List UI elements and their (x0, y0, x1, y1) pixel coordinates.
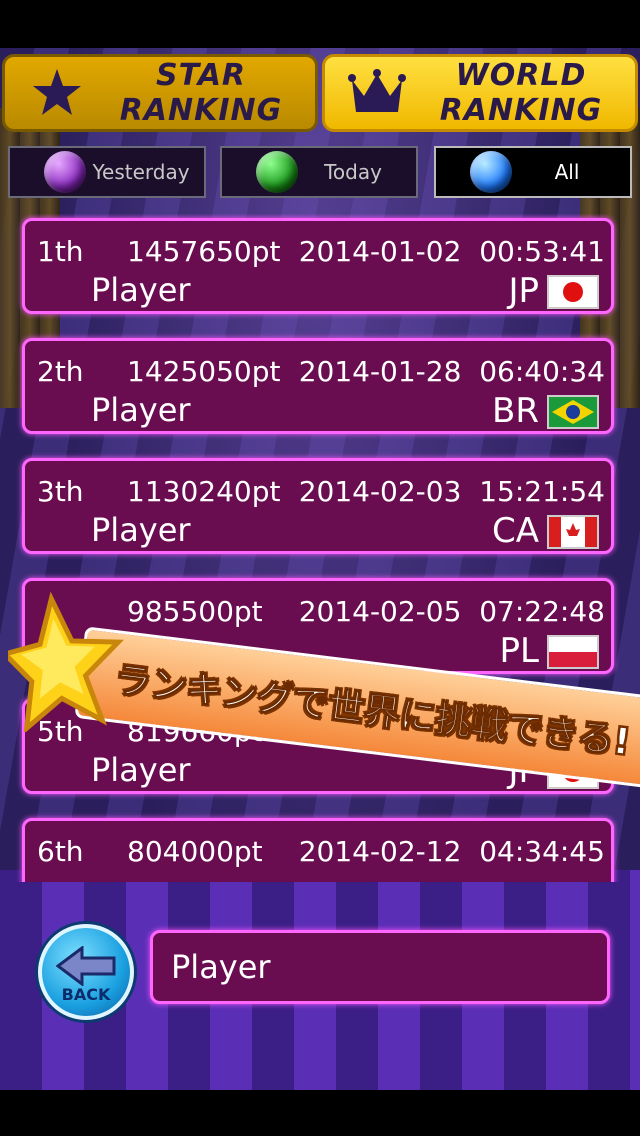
ranking-row[interactable]: 3th 1130240pt 2014-02-03 15:21:54 Player… (22, 458, 614, 554)
rank-text: 1th (37, 235, 84, 268)
tab-star-ranking-label: STAR RANKING (119, 58, 283, 128)
score-text: 985500pt (127, 595, 263, 628)
ranking-row[interactable]: 2th 1425050pt 2014-01-28 06:40:34 Player… (22, 338, 614, 434)
canada-flag-icon (547, 515, 599, 549)
country-code-text: BR (492, 391, 539, 431)
brazil-flag-icon (547, 395, 599, 429)
star-icon (27, 63, 87, 123)
tab-world-ranking[interactable]: WORLD RANKING (322, 54, 638, 132)
country-code-text: JP (508, 271, 539, 311)
player-name-text: Player (91, 271, 191, 309)
filter-all-button[interactable]: All (434, 146, 632, 198)
rank-text: 3th (37, 475, 84, 508)
player-name-text: Player (91, 751, 191, 789)
tab-star-ranking[interactable]: STAR RANKING (2, 54, 318, 132)
back-button-label: BACK (61, 985, 111, 1004)
datetime-text: 2014-01-02 00:53:41 (298, 235, 605, 268)
filter-today-button[interactable]: Today (220, 146, 418, 198)
score-text: 1130240pt (127, 475, 281, 508)
big-star-icon (0, 591, 128, 735)
country-code-text: CA (492, 511, 539, 551)
datetime-text: 2014-01-28 06:40:34 (298, 355, 605, 388)
ranking-list[interactable]: 1th 1457650pt 2014-01-02 00:53:41 Player… (0, 214, 640, 882)
blue-orb-icon (470, 151, 512, 193)
purple-orb-icon (44, 151, 86, 193)
tab-world-ranking-label: WORLD RANKING (439, 58, 603, 128)
filter-all-label: All (554, 160, 580, 184)
player-name-text: Player (91, 511, 191, 549)
filter-yesterday-button[interactable]: Yesterday (8, 146, 206, 198)
green-orb-icon (256, 151, 298, 193)
player-name-field[interactable]: Player (150, 930, 610, 1004)
score-text: 1457650pt (127, 235, 281, 268)
ranking-row[interactable]: 1th 1457650pt 2014-01-02 00:53:41 Player… (22, 218, 614, 314)
score-text: 1425050pt (127, 355, 281, 388)
datetime-text: 2014-02-03 15:21:54 (298, 475, 605, 508)
ranking-row[interactable]: 6th 804000pt 2014-02-12 04:34:45 (22, 818, 614, 882)
back-arrow-icon (56, 946, 116, 986)
rank-text: 6th (37, 835, 84, 868)
game-screen: STAR RANKING WORLD RANKING Yesterday Tod… (0, 48, 640, 1090)
country-code-text: PL (499, 631, 539, 671)
datetime-text: 2014-02-05 07:22:48 (298, 595, 605, 628)
player-name-text: Player (91, 391, 191, 429)
score-text: 804000pt (127, 835, 263, 868)
back-button[interactable]: BACK (38, 924, 134, 1020)
poland-flag-icon (547, 635, 599, 669)
rank-text: 2th (37, 355, 84, 388)
filter-today-label: Today (324, 160, 382, 184)
filter-yesterday-label: Yesterday (92, 160, 190, 184)
datetime-text: 2014-02-12 04:34:45 (298, 835, 605, 868)
japan-flag-icon (547, 275, 599, 309)
crown-icon (347, 63, 407, 123)
